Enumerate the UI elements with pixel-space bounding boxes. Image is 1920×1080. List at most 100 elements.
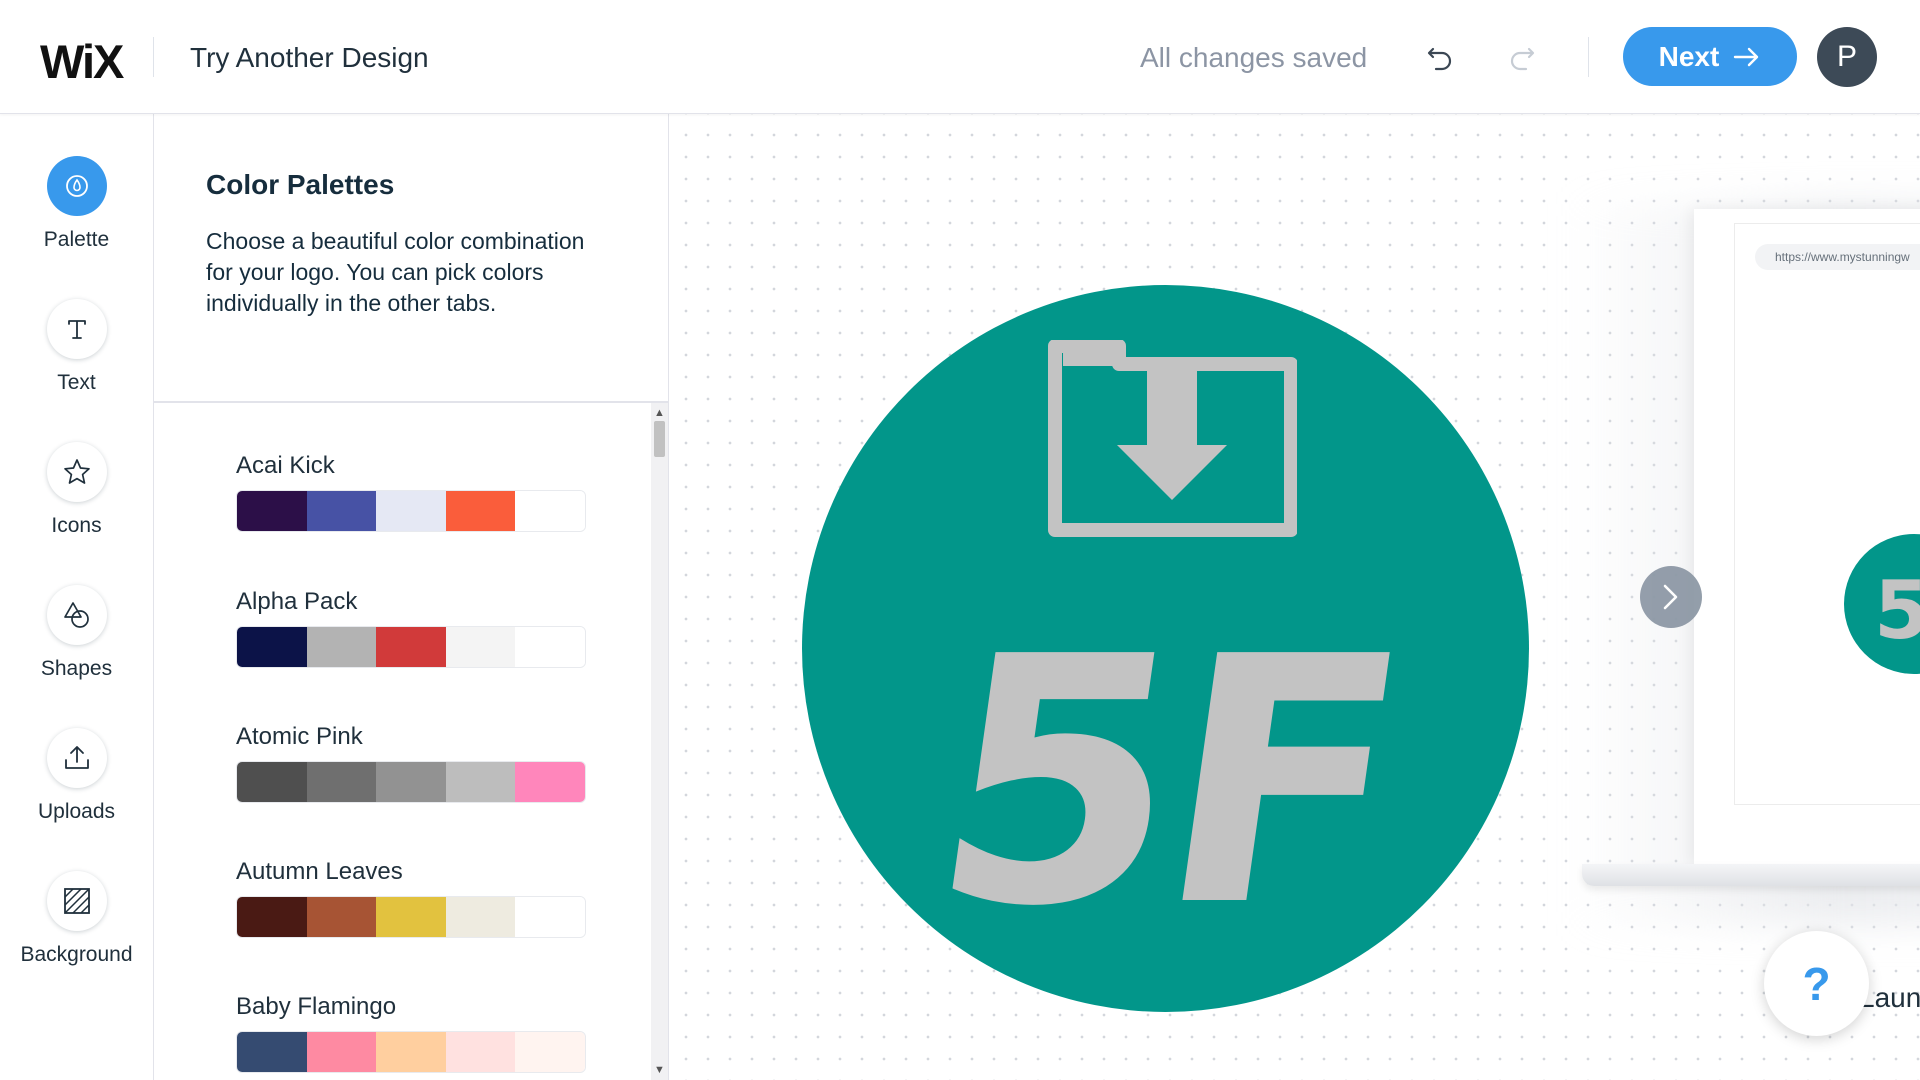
undo-button[interactable] <box>1418 35 1462 79</box>
scroll-down-arrow-icon[interactable]: ▼ <box>651 1064 668 1076</box>
palette-swatches[interactable] <box>236 626 586 668</box>
swatch <box>445 491 516 531</box>
logo-text: 5F <box>913 585 1418 981</box>
swatch <box>515 627 585 667</box>
panel-scrollbar[interactable]: ▲ ▼ <box>651 403 668 1080</box>
swatch <box>515 491 585 531</box>
palette-drop-icon <box>65 175 88 197</box>
palette-swatches[interactable] <box>236 1031 586 1073</box>
star-icon <box>63 459 90 484</box>
swatch <box>376 762 446 802</box>
palette-item[interactable]: Autumn Leaves <box>236 858 586 938</box>
swatch <box>237 1032 307 1072</box>
text-button[interactable] <box>46 299 107 359</box>
save-status: All changes saved <box>1140 42 1368 73</box>
swatch <box>515 762 585 802</box>
swatch <box>376 897 446 937</box>
swatch <box>376 491 446 531</box>
download-folder-icon <box>1048 340 1297 537</box>
divider <box>1588 37 1589 77</box>
palette-name: Acai Kick <box>236 452 335 479</box>
swatch <box>306 1032 377 1072</box>
palette-name: Atomic Pink <box>236 723 363 750</box>
swatch <box>237 491 307 531</box>
swatch <box>515 897 585 937</box>
wix-logo[interactable]: WiX <box>40 34 124 89</box>
icons-button[interactable] <box>46 442 107 502</box>
rail-item-shapes[interactable]: Shapes <box>0 585 153 681</box>
palette-name: Alpha Pack <box>236 588 358 615</box>
undo-icon <box>1427 47 1452 71</box>
palette-button[interactable] <box>46 156 107 216</box>
palette-item[interactable]: Atomic Pink <box>236 723 586 803</box>
panel-description: Choose a beautiful color combination for… <box>206 228 585 316</box>
design-canvas: 5F https://www.mystunningw 5 Laun ? <box>669 114 1920 1080</box>
palette-swatches[interactable] <box>236 490 586 532</box>
next-preview-button[interactable] <box>1640 566 1702 628</box>
top-bar: WiX Try Another Design All changes saved… <box>0 0 1920 114</box>
text-icon <box>67 320 86 339</box>
redo-icon <box>1510 47 1535 71</box>
browser-mockup: https://www.mystunningw <box>1734 223 1920 805</box>
palette-swatches[interactable] <box>236 896 586 938</box>
swatch <box>376 1032 446 1072</box>
background-button[interactable] <box>46 871 107 931</box>
swatch <box>445 1032 516 1072</box>
swatch <box>445 627 516 667</box>
rail-item-background[interactable]: Background <box>0 871 153 967</box>
palette-list: Acai Kick Alpha Pack Atomic Pink Autumn … <box>154 403 668 1080</box>
palette-item[interactable]: Alpha Pack <box>236 588 586 668</box>
laptop-base <box>1582 864 1920 886</box>
panel-header: Color Palettes Choose a beautiful color … <box>154 114 668 403</box>
swatch <box>306 762 377 802</box>
background-hatch-icon <box>63 888 90 914</box>
divider <box>153 37 154 77</box>
upload-icon <box>64 746 89 769</box>
rail-item-palette[interactable]: Palette <box>0 156 153 252</box>
swatch <box>306 897 377 937</box>
uploads-button[interactable] <box>46 728 107 788</box>
tool-rail: Palette Text Icons Shapes Uploads Backgr… <box>0 114 154 1080</box>
palette-item[interactable]: Acai Kick <box>236 452 586 532</box>
shapes-icon <box>63 602 89 628</box>
palette-item[interactable]: Baby Flamingo <box>236 993 586 1073</box>
rail-label-background: Background <box>20 943 133 966</box>
swatch <box>445 897 516 937</box>
redo-button[interactable] <box>1500 35 1544 79</box>
palette-swatches[interactable] <box>236 761 586 803</box>
swatch <box>445 762 516 802</box>
scroll-up-arrow-icon[interactable]: ▲ <box>651 407 668 419</box>
next-button[interactable]: Next <box>1623 27 1797 86</box>
panel-title: Color Palettes <box>206 169 395 200</box>
color-palettes-panel: Color Palettes Choose a beautiful color … <box>154 114 669 1080</box>
swatch <box>237 762 307 802</box>
logo-preview[interactable]: 5F <box>802 285 1529 1012</box>
palette-name: Autumn Leaves <box>236 858 403 885</box>
swatch <box>306 627 377 667</box>
swatch <box>237 897 307 937</box>
rail-label-uploads: Uploads <box>37 800 116 823</box>
next-button-label: Next <box>1658 40 1720 72</box>
swatch <box>515 1032 585 1072</box>
website-preview: https://www.mystunningw 5 <box>1694 209 1920 864</box>
preview-logo-text: 5 <box>1874 564 1920 657</box>
swatch <box>237 627 307 667</box>
rail-label-text: Text <box>57 371 96 394</box>
rail-label-icons: Icons <box>51 514 102 537</box>
rail-item-text[interactable]: Text <box>0 299 153 395</box>
chevron-right-icon <box>1663 584 1678 610</box>
palette-name: Baby Flamingo <box>236 993 397 1020</box>
avatar[interactable]: P <box>1817 27 1877 87</box>
preview-url: https://www.mystunningw <box>1755 244 1920 270</box>
swatch <box>306 491 377 531</box>
rail-label-palette: Palette <box>43 228 110 251</box>
rail-item-uploads[interactable]: Uploads <box>0 728 153 824</box>
scroll-thumb[interactable] <box>654 421 665 457</box>
help-button[interactable]: ? <box>1764 931 1869 1036</box>
shapes-button[interactable] <box>46 585 107 645</box>
swatch <box>376 627 446 667</box>
arrow-right-icon <box>1734 47 1759 66</box>
rail-label-shapes: Shapes <box>40 657 113 680</box>
page-title: Try Another Design <box>190 42 429 73</box>
rail-item-icons[interactable]: Icons <box>0 442 153 538</box>
